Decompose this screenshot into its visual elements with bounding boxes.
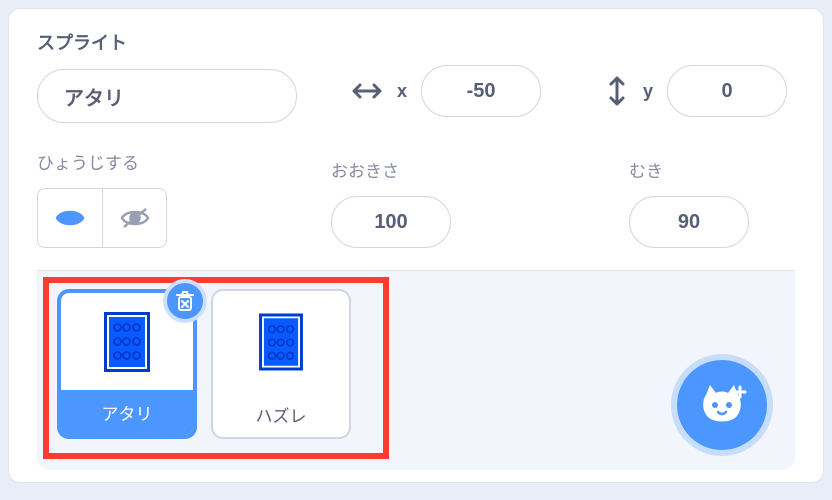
- sprite-top-row: スプライト x y: [37, 29, 795, 123]
- sprite-tile-hazure[interactable]: ハズレ: [211, 289, 351, 439]
- visibility-toggle-group: [37, 188, 167, 248]
- cat-plus-icon: [696, 381, 748, 429]
- visibility-label: ひょうじする: [37, 149, 167, 174]
- lottery-card-icon: [104, 312, 150, 372]
- x-input[interactable]: [421, 65, 541, 117]
- x-coord-block: x: [351, 65, 541, 117]
- sprite-tile-label: ハズレ: [213, 392, 349, 437]
- trash-icon: [175, 290, 195, 312]
- sprite-name-block: スプライト: [37, 29, 327, 123]
- eye-slash-icon: [120, 207, 150, 229]
- direction-label: むき: [629, 157, 749, 182]
- y-coord-block: y: [605, 65, 787, 117]
- size-label: おおきさ: [331, 157, 451, 182]
- arrows-vertical-icon: [605, 75, 629, 107]
- size-input[interactable]: [331, 196, 451, 248]
- sprite-info-panel: スプライト x y: [8, 8, 824, 483]
- x-label: x: [397, 81, 407, 102]
- delete-sprite-button[interactable]: [163, 279, 207, 323]
- add-sprite-button[interactable]: [677, 360, 767, 450]
- sprite-second-row: ひょうじする: [37, 149, 795, 270]
- sprite-tile-label: アタリ: [61, 390, 193, 435]
- size-block: おおきさ: [331, 157, 451, 248]
- sprite-tiles: アタリ ハズレ: [57, 289, 775, 439]
- show-button[interactable]: [38, 189, 102, 247]
- lottery-card-icon: [259, 313, 303, 370]
- sprite-list-area: アタリ ハズレ: [37, 270, 795, 470]
- direction-block: むき: [629, 157, 749, 248]
- sprite-tile-atari[interactable]: アタリ: [57, 289, 197, 439]
- eye-icon: [55, 207, 85, 229]
- sprite-name-input[interactable]: [37, 69, 297, 123]
- y-input[interactable]: [667, 65, 787, 117]
- y-label: y: [643, 81, 653, 102]
- arrows-horizontal-icon: [351, 79, 383, 103]
- sprite-section-label: スプライト: [37, 29, 327, 55]
- visibility-block: ひょうじする: [37, 149, 167, 248]
- hide-button[interactable]: [102, 189, 166, 247]
- sprite-thumbnail: [213, 291, 349, 392]
- direction-input[interactable]: [629, 196, 749, 248]
